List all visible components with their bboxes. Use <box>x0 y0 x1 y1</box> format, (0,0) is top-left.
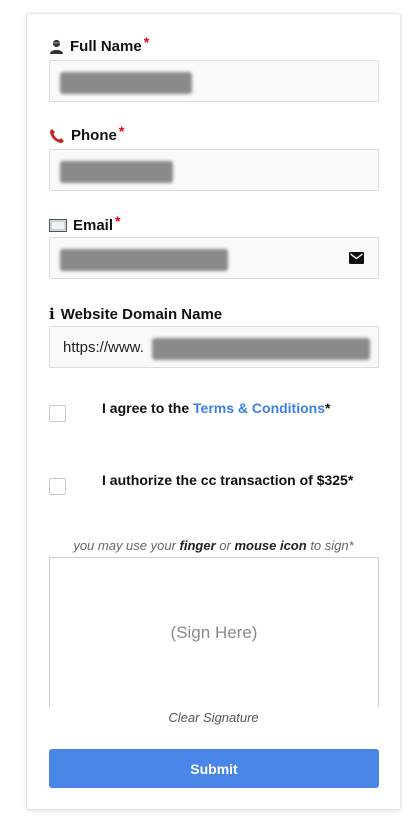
full-name-input[interactable] <box>49 60 379 102</box>
submit-button[interactable]: Submit <box>49 749 379 788</box>
phone-icon <box>49 128 65 144</box>
signature-pad[interactable]: (Sign Here) <box>49 557 379 707</box>
authorize-label: I authorize the cc transaction of $325* <box>102 472 354 488</box>
terms-text: I agree to the <box>102 400 194 416</box>
required-mark: * <box>118 122 125 139</box>
signature-hint: you may use your finger or mouse icon to… <box>27 538 400 553</box>
required-mark: * <box>325 400 331 416</box>
terms-link[interactable]: Terms & Conditions <box>193 400 325 416</box>
website-label: i Website Domain Name <box>49 305 222 323</box>
required-mark: * <box>143 33 150 50</box>
phone-label: Phone * <box>49 123 124 144</box>
email-label-text: Email <box>73 217 114 234</box>
email-input[interactable] <box>49 237 379 279</box>
hint-text: you may use your <box>73 538 180 553</box>
hint-mouse: mouse icon <box>234 538 307 553</box>
redacted-value <box>60 249 228 271</box>
hint-text: to sign* <box>306 538 354 553</box>
phone-label-text: Phone <box>71 127 117 144</box>
hint-text: or <box>215 538 235 553</box>
signature-placeholder: (Sign Here) <box>170 622 258 642</box>
website-input[interactable]: https://www. <box>49 326 379 368</box>
authorize-checkbox[interactable] <box>49 478 66 495</box>
person-icon <box>49 39 64 54</box>
website-label-text: Website Domain Name <box>60 305 223 323</box>
website-prefix: https://www. <box>63 339 144 356</box>
phone-input[interactable] <box>49 149 379 191</box>
full-name-label-text: Full Name <box>70 38 142 55</box>
envelope-icon <box>49 219 67 232</box>
redacted-value <box>60 72 192 94</box>
clear-signature-link[interactable]: Clear Signature <box>27 710 400 725</box>
email-label: Email * <box>49 213 120 234</box>
hint-finger: finger <box>179 538 216 553</box>
terms-label: I agree to the Terms & Conditions* <box>102 400 330 416</box>
required-mark: * <box>115 212 121 229</box>
info-icon: i <box>49 305 55 323</box>
mail-icon <box>349 251 364 269</box>
signup-form: Full Name * Phone * Email * i Website Do… <box>26 13 401 810</box>
redacted-value <box>60 161 173 183</box>
full-name-label: Full Name * <box>49 34 149 55</box>
redacted-value <box>152 338 370 360</box>
terms-checkbox[interactable] <box>49 405 66 422</box>
